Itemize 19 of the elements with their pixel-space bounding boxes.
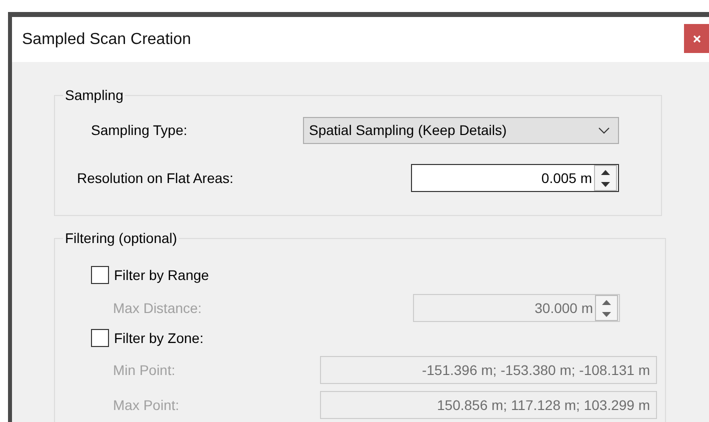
checkbox-label: Filter by Zone:: [114, 330, 204, 346]
spin-buttons[interactable]: [594, 165, 617, 191]
field-label: Max Distance:: [113, 300, 203, 316]
close-button[interactable]: [684, 24, 709, 53]
field-label: Resolution on Flat Areas:: [77, 170, 234, 186]
dropdown[interactable]: Spatial Sampling (Keep Details): [303, 116, 619, 144]
chevron-down-icon: [598, 126, 610, 134]
checkbox[interactable]: [91, 266, 109, 284]
spin-buttons[interactable]: [595, 295, 618, 321]
checkbox-label: Filter by Range: [114, 267, 209, 283]
group-title: Sampling: [63, 87, 126, 103]
close-icon: [692, 34, 700, 42]
field-label: Sampling Type:: [91, 122, 188, 138]
spinner-field[interactable]: 0.005 m: [411, 164, 619, 192]
window-title: Sampled Scan Creation: [22, 30, 191, 48]
checkbox[interactable]: [91, 329, 109, 347]
field-label: Min Point:: [113, 362, 176, 378]
group-title: Filtering (optional): [63, 230, 180, 246]
field-label: Max Point:: [113, 397, 180, 413]
